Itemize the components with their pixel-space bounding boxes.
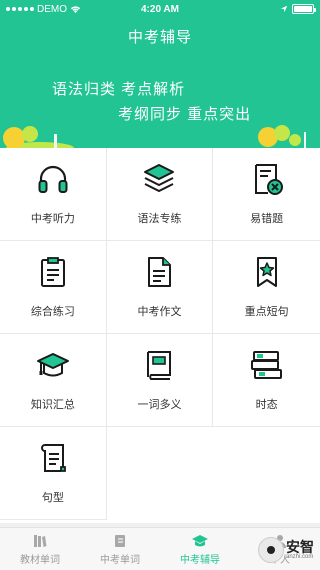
grid-item-label: 语法专练 (137, 213, 182, 225)
grid-item-label: 一词多义 (137, 399, 182, 411)
grid-item-sentence-patterns[interactable]: 句型 (0, 427, 107, 520)
tab-label: 中考单词 (100, 554, 140, 566)
grid-item-label: 重点短句 (244, 306, 289, 318)
watermark: 安智 anzhi.com (258, 530, 320, 570)
graduation-cap-icon (36, 348, 70, 382)
grid-item-mistakes[interactable]: 易错题 (213, 148, 320, 241)
status-bar: DEMO 4:20 AM (0, 0, 320, 18)
books-stack-icon (250, 348, 284, 382)
feature-grid: 中考听力 语法专练 易错题 综合练习 中考作文 重点短句 知识汇总 一词多义 时… (0, 148, 320, 520)
clipboard-icon (36, 255, 70, 289)
grid-item-practice[interactable]: 综合练习 (0, 241, 107, 334)
layers-icon (142, 162, 176, 196)
headphones-icon (36, 162, 70, 196)
graduation-cap-icon (192, 534, 208, 546)
scroll-icon (36, 441, 70, 475)
essay-doc-icon (142, 255, 176, 289)
grid-item-essay[interactable]: 中考作文 (106, 241, 214, 334)
star-bookmark-icon (250, 255, 284, 289)
grid-item-key-phrases[interactable]: 重点短句 (213, 241, 320, 334)
book-icon (142, 348, 176, 382)
page-title: 中考辅导 (127, 29, 192, 46)
battery-icon (292, 4, 316, 14)
watermark-logo-icon (258, 537, 284, 563)
grid-item-knowledge[interactable]: 知识汇总 (0, 334, 107, 427)
status-time: 4:20 AM (141, 3, 179, 15)
grid-item-grammar[interactable]: 语法专练 (106, 148, 214, 241)
tab-label: 中考辅导 (180, 554, 220, 566)
grid-item-label: 中考听力 (30, 213, 75, 225)
grid-item-tenses[interactable]: 时态 (213, 334, 320, 427)
grid-item-listening[interactable]: 中考听力 (0, 148, 107, 241)
grid-item-label: 综合练习 (30, 306, 75, 318)
watermark-sub: anzhi.com (286, 554, 314, 560)
slogan-line-1: 语法归类 考点解析 (52, 81, 186, 98)
grid-item-label: 中考作文 (137, 306, 182, 318)
grid-item-label: 时态 (255, 399, 278, 411)
header-banner: DEMO 4:20 AM 中考辅导 语法归类 考点解析 考纲同步 重点突出 (0, 0, 320, 148)
header-decoration (3, 125, 306, 148)
grid-item-label: 易错题 (250, 213, 284, 225)
tab-label: 教材单词 (20, 554, 60, 566)
error-doc-icon (250, 162, 284, 196)
tab-textbook-words[interactable]: 教材单词 (0, 528, 80, 570)
notebook-icon (115, 534, 125, 547)
grid-item-label: 句型 (41, 492, 64, 504)
tab-exam-tutoring[interactable]: 中考辅导 (160, 528, 240, 570)
grid-item-label: 知识汇总 (30, 399, 75, 411)
grid-item-polysemy[interactable]: 一词多义 (106, 334, 214, 427)
watermark-name: 安智 (286, 539, 314, 555)
tab-exam-words[interactable]: 中考单词 (80, 528, 160, 570)
books-icon (34, 534, 47, 547)
